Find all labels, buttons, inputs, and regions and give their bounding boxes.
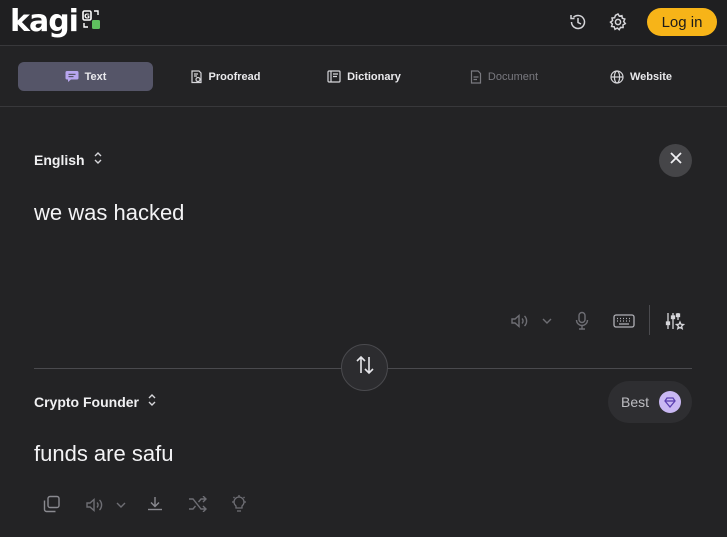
logo-text: kagi bbox=[10, 4, 79, 39]
tab-text[interactable]: Text bbox=[18, 62, 153, 91]
copy-icon[interactable] bbox=[42, 494, 62, 514]
quality-select[interactable]: Best bbox=[608, 381, 692, 423]
gear-icon[interactable] bbox=[607, 11, 629, 33]
chevron-down-icon[interactable] bbox=[114, 497, 128, 513]
source-language-select[interactable]: English bbox=[34, 151, 103, 168]
login-button[interactable]: Log in bbox=[647, 8, 717, 36]
chevron-down-icon[interactable] bbox=[540, 313, 554, 329]
microphone-icon[interactable] bbox=[572, 310, 592, 332]
lightbulb-icon[interactable] bbox=[229, 493, 249, 515]
translate-logo-icon: G bbox=[82, 9, 102, 36]
chat-bubble-icon bbox=[65, 70, 79, 83]
proofread-icon bbox=[190, 69, 203, 84]
source-language-label: English bbox=[34, 151, 85, 168]
book-icon bbox=[327, 70, 341, 83]
history-icon[interactable] bbox=[567, 11, 589, 33]
svg-text:G: G bbox=[84, 12, 90, 20]
kagi-logo[interactable]: kagi G bbox=[10, 4, 102, 40]
diamond-icon bbox=[659, 391, 682, 413]
toolbar-divider bbox=[649, 305, 650, 335]
tab-dictionary[interactable]: Dictionary bbox=[318, 62, 410, 91]
tab-label: Document bbox=[487, 70, 539, 83]
top-bar: kagi G Log in bbox=[0, 0, 727, 46]
shuffle-icon[interactable] bbox=[187, 494, 209, 514]
mode-tabs: Text Proofread Dictionary Document Websi… bbox=[0, 46, 727, 107]
quality-label: Best bbox=[621, 394, 650, 410]
tab-label: Dictionary bbox=[347, 70, 401, 83]
tab-proofread[interactable]: Proofread bbox=[180, 62, 270, 91]
close-icon bbox=[669, 151, 683, 170]
globe-icon bbox=[610, 69, 624, 84]
keyboard-icon[interactable] bbox=[612, 312, 636, 330]
sliders-star-icon[interactable] bbox=[664, 310, 686, 332]
target-language-label: Crypto Founder bbox=[34, 393, 139, 410]
clear-button[interactable] bbox=[659, 144, 692, 177]
swap-arrows-icon bbox=[354, 355, 376, 380]
updown-chevron-icon bbox=[93, 151, 103, 168]
speaker-icon[interactable] bbox=[84, 495, 106, 515]
tab-website[interactable]: Website bbox=[598, 62, 684, 91]
target-language-select[interactable]: Crypto Founder bbox=[34, 393, 157, 410]
swap-languages-button[interactable] bbox=[341, 344, 388, 391]
tab-label: Text bbox=[84, 70, 107, 83]
translation-output: funds are safu bbox=[34, 441, 174, 466]
tab-label: Proofread bbox=[208, 70, 261, 83]
download-icon[interactable] bbox=[145, 494, 165, 514]
speaker-icon[interactable] bbox=[509, 311, 531, 331]
tab-label: Website bbox=[630, 70, 672, 83]
tab-document[interactable]: Document bbox=[458, 62, 550, 91]
updown-chevron-icon bbox=[147, 393, 157, 410]
source-text-input[interactable]: we was hacked bbox=[34, 200, 184, 226]
document-icon bbox=[470, 69, 482, 84]
